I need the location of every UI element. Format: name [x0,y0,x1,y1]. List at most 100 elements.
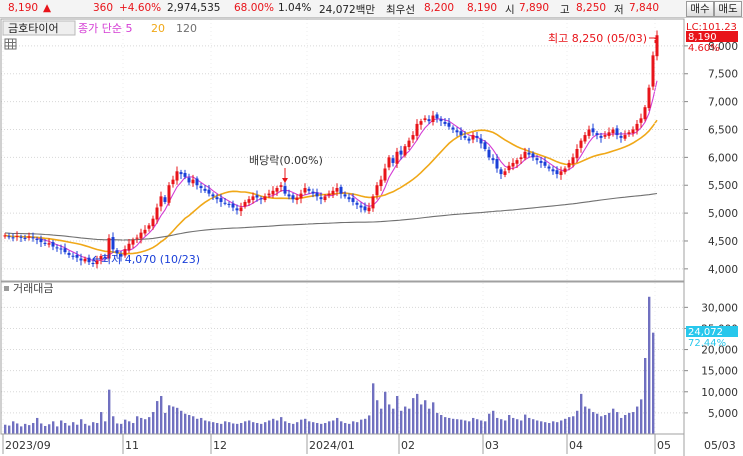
candle-body [599,135,603,138]
candle-body [611,129,615,134]
volume-bar [528,417,531,434]
stock-chart[interactable]: 최고 8,250 (05/03) 최저 4,070 (10/23) 배당락(0.00… [0,18,743,456]
volume-bar [340,421,343,434]
volume-bar [460,419,463,434]
candle-body [43,242,47,244]
buy-button[interactable]: 매수 [686,1,714,17]
candle-body [347,197,351,200]
volume-bar [620,417,623,434]
candle-body [55,247,59,249]
candle-body [187,177,191,183]
volume-bar [352,421,355,434]
candle-body [243,201,247,207]
candle-body [3,235,7,237]
volume-bar [232,423,235,434]
volume-bar [588,408,591,434]
volume-bar [36,417,39,434]
current-price: 8,190 [8,2,39,14]
candle-body [195,178,199,186]
volume-bar [548,423,551,434]
candle-body [571,157,575,164]
volume-bar [112,416,115,434]
candle-body [655,35,659,57]
volume-bar [516,419,519,434]
volume-bar [524,414,527,434]
dividend-annotation: 배당락(0.00%) [249,154,323,167]
candle-body [567,162,571,168]
volume-bar [284,421,287,434]
best-bid: 8,190 [467,2,498,14]
price-change-pct: +4.60% [119,2,162,14]
volume-bar [288,423,291,434]
volume-bar [512,417,515,434]
volume-bar [596,413,599,434]
price-tick-label: 4,000 [708,264,738,276]
trade-amount: 24,072백만 [319,4,376,16]
candle-body [427,119,431,122]
volume-bar [492,410,495,434]
candle-body [331,190,335,195]
volume-bar [432,402,435,434]
open-label: 시 [505,4,515,16]
grid-toggle-icon[interactable] [4,38,17,50]
volume-bar [96,423,99,434]
volume-bar [468,421,471,434]
volume-bar [280,417,283,434]
candle-body [603,135,607,137]
candle-body [251,196,255,201]
candle-body [371,196,375,209]
volume-bar [652,332,655,434]
candle-body [127,243,131,251]
trade-volume: 2,974,535 [167,2,221,14]
volume-bar [388,404,391,434]
date-tick-label: 04 [569,439,583,452]
volume-bar [220,423,223,434]
volume-bar [540,421,543,434]
volume-bar [244,421,247,434]
candle-body [363,206,367,211]
candle-body [27,236,31,238]
volume-bar [176,407,179,434]
volume-bar [464,420,467,434]
candle-body [631,129,635,134]
candle-body [651,55,655,87]
volume-bar [392,408,395,434]
candle-body [179,172,183,175]
candle-body [495,159,499,169]
candle-body [615,128,619,136]
candle-body [39,238,43,243]
volume-bar [584,406,587,434]
volume-badge-value: 24,072 [688,327,723,338]
candle-body [351,198,355,202]
candle-body [95,260,99,265]
candle-body [439,119,443,122]
volume-pane-title: 거래대금 [13,282,53,295]
candle-body [579,140,583,148]
volume-bar [140,417,143,434]
candle-body [499,169,503,175]
volume-bar [640,399,643,434]
volume-bar [336,417,339,434]
volume-bar [420,404,423,434]
candle-body [255,195,259,198]
candle-body [239,207,243,212]
volume-bar [116,423,119,434]
volume-bar [408,408,411,434]
volume-bar [476,419,479,434]
volume-bar [520,420,523,434]
candle-body [299,193,303,199]
volume-bar [624,415,627,434]
volume-bar [28,425,31,434]
price-tick-label: 7,500 [708,69,738,81]
volume-bar [504,420,507,434]
volume-badge-pct: 72.44% [688,338,726,349]
sell-button[interactable]: 매도 [714,1,742,17]
candle-body [531,153,535,158]
volume-bar [372,383,375,434]
volume-tick-label: 30,000 [701,302,738,314]
candle-body [547,166,551,169]
volume-bar [576,410,579,434]
volume-bar [320,423,323,434]
stock-name: 금호타이어 [8,22,59,35]
volume-bar [164,412,167,434]
